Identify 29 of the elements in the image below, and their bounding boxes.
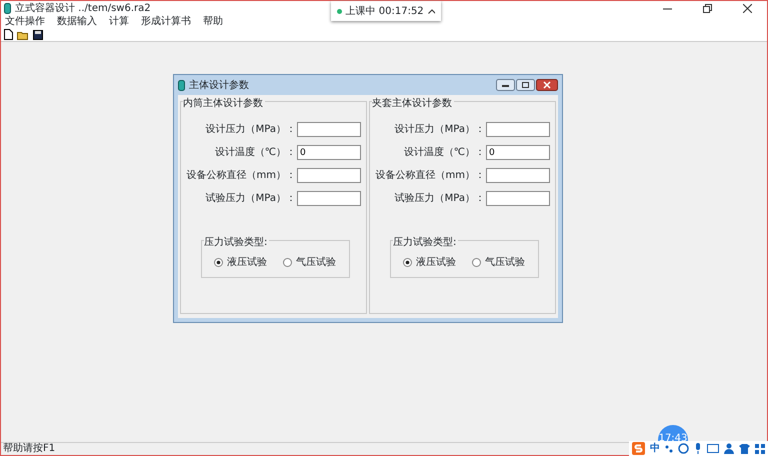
input-field[interactable]: 0 xyxy=(297,145,361,160)
radio-option[interactable]: 气压试验 xyxy=(283,254,336,270)
radio-option[interactable]: 液压试验 xyxy=(403,254,456,270)
menu-item[interactable]: 数据输入 xyxy=(57,14,97,29)
group-title: 夹套主体设计参数 xyxy=(372,96,454,111)
radio-option[interactable]: 气压试验 xyxy=(472,254,525,270)
dialog-title: 主体设计参数 xyxy=(189,78,249,92)
radio-label: 气压试验 xyxy=(296,256,336,270)
menu-item[interactable]: 形成计算书 xyxy=(141,14,191,29)
field-label: 试验压力（MPa）： xyxy=(394,192,485,206)
field-label: 设备公称直径（mm）： xyxy=(376,168,485,183)
menu-item[interactable]: 文件操作 xyxy=(5,14,45,29)
radio-label: 气压试验 xyxy=(485,256,525,270)
field-label: 设计压力（MPa）： xyxy=(394,122,485,137)
field-label: 试验压力（MPa）： xyxy=(206,192,296,206)
input-field[interactable]: 0 xyxy=(486,145,550,160)
status-text: 上课中 00:17:52 xyxy=(346,4,424,18)
radio-option[interactable]: 液压试验 xyxy=(214,254,267,270)
group-title: 内筒主体设计参数 xyxy=(183,96,265,111)
menu-item[interactable]: 计算 xyxy=(109,14,129,29)
field-label: 设备公称直径（mm）： xyxy=(186,168,296,183)
window-title: 立式容器设计 ../tem/sw6.ra2 xyxy=(15,2,151,16)
radio-label: 液压试验 xyxy=(416,256,456,270)
field-label: 设计温度（℃）： xyxy=(214,146,296,160)
field-label: 设计温度（℃）： xyxy=(404,146,485,160)
ime-mode[interactable]: 中 xyxy=(650,441,660,456)
menu-item[interactable]: 帮助 xyxy=(203,14,223,29)
radio-label: 液压试验 xyxy=(227,256,267,270)
field-label: 设计压力（MPa）： xyxy=(206,122,296,137)
